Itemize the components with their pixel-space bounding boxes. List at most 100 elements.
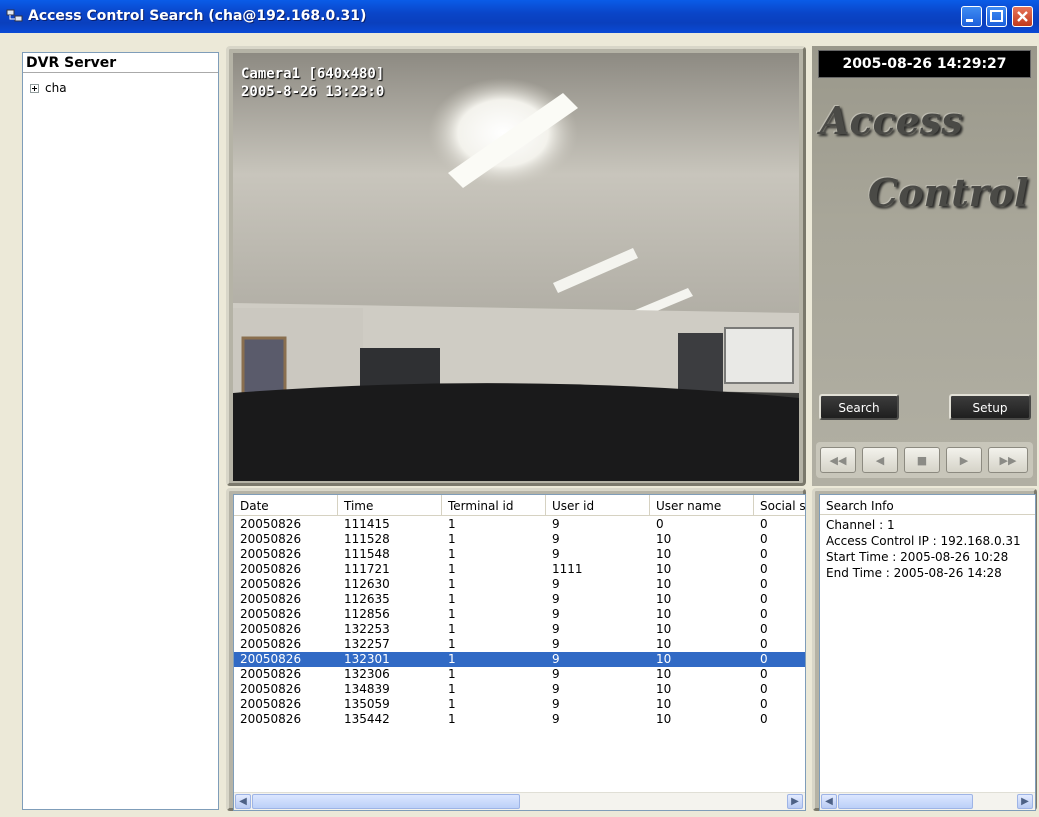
play-icon: ▶: [959, 453, 969, 467]
close-button[interactable]: [1012, 6, 1033, 27]
table-cell: 20050826: [240, 532, 302, 546]
table-cell: 9: [552, 682, 560, 696]
search-button[interactable]: Search: [819, 394, 899, 420]
table-row[interactable]: 20050826 112635 1 9 10 0: [234, 592, 805, 607]
table-cell: 1: [448, 517, 456, 531]
table-cell: 20050826: [240, 712, 302, 726]
table-row[interactable]: 20050826 112856 1 9 10 0: [234, 607, 805, 622]
network-icon: [6, 9, 23, 22]
table-cell: 0: [760, 607, 768, 621]
table-cell: 20050826: [240, 697, 302, 711]
playback-controls: ◀◀ ◀ ■ ▶ ▶▶: [816, 442, 1033, 478]
column-header[interactable]: User id: [546, 495, 650, 515]
table-cell: 0: [760, 562, 768, 576]
table-cell: 20050826: [240, 682, 302, 696]
app-window: Access Control Search (cha@192.168.0.31)…: [0, 0, 1039, 817]
column-header[interactable]: Terminal id: [442, 495, 546, 515]
table-row[interactable]: 20050826 135442 1 9 10 0: [234, 712, 805, 727]
table-cell: 0: [760, 697, 768, 711]
rewind-button[interactable]: ◀◀: [820, 447, 856, 473]
table-cell: 0: [760, 547, 768, 561]
table-row[interactable]: 20050826 111721 1 1111 10 0: [234, 562, 805, 577]
table-cell: 111415: [344, 517, 390, 531]
table-cell: 1: [448, 697, 456, 711]
table-row[interactable]: 20050826 132253 1 9 10 0: [234, 622, 805, 637]
expand-plus-icon[interactable]: [30, 83, 39, 93]
fast-forward-button[interactable]: ▶▶: [988, 447, 1028, 473]
table-row[interactable]: 20050826 111415 1 9 0 0: [234, 517, 805, 532]
table-cell: 1: [448, 532, 456, 546]
table-cell: 9: [552, 592, 560, 606]
tree-node-cha[interactable]: cha: [30, 81, 67, 95]
table-cell: 10: [656, 682, 672, 696]
table-cell: 134839: [344, 682, 390, 696]
scrollbar-thumb[interactable]: [838, 794, 973, 809]
table-cell: 9: [552, 547, 560, 561]
table-cell: 10: [656, 592, 672, 606]
table-row[interactable]: 20050826 132257 1 9 10 0: [234, 637, 805, 652]
table-cell: 135442: [344, 712, 390, 726]
table-cell: 0: [760, 652, 768, 666]
table-cell: 10: [656, 637, 672, 651]
table-row[interactable]: 20050826 135059 1 9 10 0: [234, 697, 805, 712]
table-cell: 20050826: [240, 592, 302, 606]
column-header[interactable]: Date: [234, 495, 338, 515]
table-row[interactable]: 20050826 111528 1 9 10 0: [234, 532, 805, 547]
event-list-panel: Date Time Terminal id User id User name …: [226, 488, 806, 811]
table-row[interactable]: 20050826 134839 1 9 10 0: [234, 682, 805, 697]
table-cell: 132253: [344, 622, 390, 636]
scroll-left-arrow-icon[interactable]: ◀: [235, 794, 251, 809]
table-cell: 10: [656, 532, 672, 546]
horizontal-scrollbar[interactable]: ◀ ▶: [234, 792, 805, 810]
stop-icon: ■: [916, 453, 928, 467]
search-info-list[interactable]: Search Info Channel : 1 Access Control I…: [819, 494, 1036, 811]
table-cell: 111548: [344, 547, 390, 561]
table-cell: 9: [552, 637, 560, 651]
table-cell: 111721: [344, 562, 390, 576]
stop-button[interactable]: ■: [904, 447, 940, 473]
scroll-right-arrow-icon[interactable]: ▶: [1017, 794, 1033, 809]
table-cell: 10: [656, 712, 672, 726]
table-cell: 1: [448, 547, 456, 561]
info-start-time: Start Time : 2005-08-26 10:28: [826, 550, 1009, 564]
horizontal-scrollbar[interactable]: ◀ ▶: [820, 792, 1035, 810]
column-header[interactable]: User name: [650, 495, 754, 515]
logo-control: Control: [868, 170, 1029, 215]
table-row[interactable]: 20050826 111548 1 9 10 0: [234, 547, 805, 562]
table-cell: 0: [760, 622, 768, 636]
minimize-button[interactable]: [961, 6, 982, 27]
table-cell: 9: [552, 667, 560, 681]
search-info-header: Search Info: [820, 495, 1035, 515]
camera-view[interactable]: Camera1 [640x480] 2005-8-26 13:23:0: [233, 53, 799, 481]
title-bar[interactable]: Access Control Search (cha@192.168.0.31): [0, 0, 1039, 33]
play-button[interactable]: ▶: [946, 447, 982, 473]
logo-access: Access: [820, 98, 963, 143]
tree-header: DVR Server: [23, 53, 218, 73]
table-row[interactable]: 20050826 132301 1 9 10 0: [234, 652, 805, 667]
table-cell: 20050826: [240, 637, 302, 651]
tree-node-label: cha: [45, 81, 67, 95]
maximize-button[interactable]: [986, 6, 1007, 27]
table-cell: 112635: [344, 592, 390, 606]
column-header[interactable]: Social s: [754, 495, 805, 515]
table-cell: 20050826: [240, 517, 302, 531]
table-cell: 112856: [344, 607, 390, 621]
scrollbar-thumb[interactable]: [252, 794, 520, 809]
table-row[interactable]: 20050826 132306 1 9 10 0: [234, 667, 805, 682]
info-ip: Access Control IP : 192.168.0.31: [826, 534, 1021, 548]
table-row[interactable]: 20050826 112630 1 9 10 0: [234, 577, 805, 592]
table-cell: 9: [552, 532, 560, 546]
table-cell: 1: [448, 637, 456, 651]
step-back-button[interactable]: ◀: [862, 447, 898, 473]
column-header[interactable]: Time: [338, 495, 442, 515]
event-table[interactable]: Date Time Terminal id User id User name …: [233, 494, 806, 811]
search-info-panel: Search Info Channel : 1 Access Control I…: [812, 488, 1037, 811]
scroll-right-arrow-icon[interactable]: ▶: [787, 794, 803, 809]
video-timestamp: 2005-8-26 13:23:0: [241, 84, 385, 100]
table-cell: 10: [656, 697, 672, 711]
dvr-server-tree[interactable]: DVR Server cha: [22, 52, 219, 810]
table-cell: 20050826: [240, 652, 302, 666]
setup-button[interactable]: Setup: [949, 394, 1031, 420]
table-cell: 112630: [344, 577, 390, 591]
scroll-left-arrow-icon[interactable]: ◀: [821, 794, 837, 809]
